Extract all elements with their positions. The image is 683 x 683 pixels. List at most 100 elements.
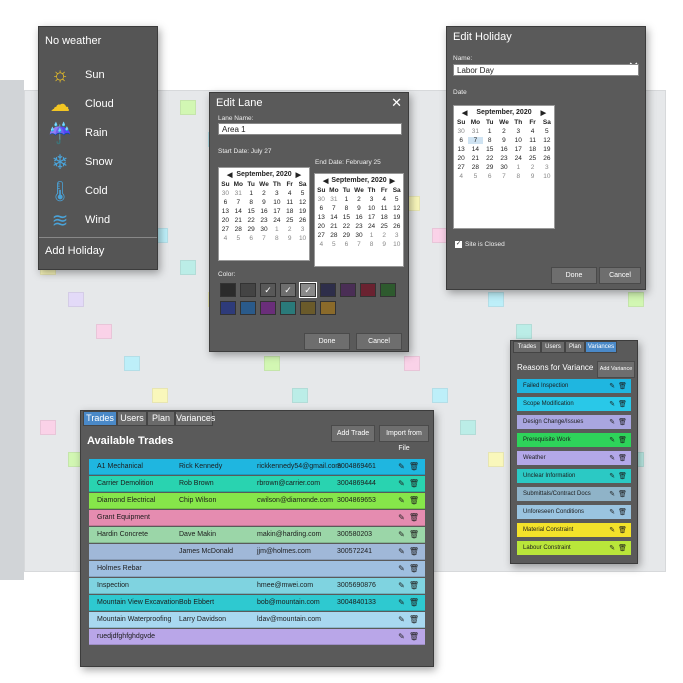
calendar-day[interactable]: 2 (283, 226, 296, 233)
calendar-day[interactable]: 26 (540, 155, 554, 162)
trash-icon[interactable]: 🗑 (409, 462, 419, 471)
calendar-day[interactable]: 9 (283, 235, 296, 242)
trash-icon[interactable]: 🗑 (409, 632, 419, 641)
trash-icon[interactable]: 🗑 (618, 490, 627, 498)
calendar-day[interactable]: 13 (315, 214, 328, 221)
import-from-file-button[interactable]: Import from File (379, 425, 429, 452)
calendar-day[interactable]: 10 (270, 199, 283, 206)
calendar-day[interactable]: 30 (219, 190, 232, 197)
edit-icon[interactable]: ✎ (398, 547, 405, 556)
edit-icon[interactable]: ✎ (609, 490, 615, 498)
calendar-day[interactable]: 1 (483, 128, 497, 135)
edit-icon[interactable]: ✎ (609, 544, 615, 552)
tab-plan[interactable]: Plan (147, 411, 175, 426)
calendar-day[interactable]: 11 (283, 199, 296, 206)
edit-icon[interactable]: ✎ (609, 400, 615, 408)
trash-icon[interactable]: 🗑 (409, 615, 419, 624)
calendar-day[interactable]: 7 (497, 173, 511, 180)
calendar-day[interactable]: 6 (315, 205, 328, 212)
holiday-date-calendar[interactable]: ◀ September, 2020 ▶ Su Mo Tu We Th Fr Sa 30 31 1 2 3 4 5… (453, 105, 555, 229)
calendar-day[interactable]: 24 (511, 155, 525, 162)
edit-icon[interactable]: ✎ (609, 472, 615, 480)
calendar-day[interactable]: 22 (245, 217, 258, 224)
calendar-day[interactable]: 2 (378, 232, 391, 239)
calendar-day[interactable]: 8 (245, 199, 258, 206)
calendar-day[interactable]: 23 (258, 217, 271, 224)
start-date-calendar[interactable]: ◀ September, 2020 ▶ Su Mo Tu We Th Fr Sa 30 31 1 2 3 4 5… (218, 167, 310, 261)
color-swatch[interactable] (360, 283, 376, 297)
calendar-day[interactable]: 7 (232, 199, 245, 206)
calendar-day[interactable]: 8 (511, 173, 525, 180)
calendar-day[interactable]: 23 (497, 155, 511, 162)
calendar-day[interactable]: 13 (219, 208, 232, 215)
calendar-day[interactable]: 28 (468, 164, 482, 171)
calendar-day[interactable]: 26 (296, 217, 309, 224)
calendar-day[interactable]: 5 (468, 173, 482, 180)
cancel-button[interactable]: Cancel (356, 333, 402, 350)
variance-row[interactable]: Unforeseen Conditions ✎ 🗑 (517, 505, 631, 519)
color-swatch[interactable]: ✓ (299, 282, 317, 298)
trash-icon[interactable]: 🗑 (618, 436, 627, 444)
calendar-day[interactable]: 27 (219, 226, 232, 233)
weather-item-cold[interactable]: 🌡 Cold (47, 177, 107, 205)
calendar-day[interactable]: 17 (511, 146, 525, 153)
edit-icon[interactable]: ✎ (609, 436, 615, 444)
edit-icon[interactable]: ✎ (609, 508, 615, 516)
calendar-day[interactable]: 4 (219, 235, 232, 242)
variance-row[interactable]: Failed Inspection ✎ 🗑 (517, 379, 631, 393)
next-month-icon[interactable]: ▶ (390, 177, 395, 185)
previous-month-icon[interactable]: ◀ (227, 171, 232, 179)
calendar-day[interactable]: 14 (468, 146, 482, 153)
edit-icon[interactable]: ✎ (609, 382, 615, 390)
calendar-day[interactable]: 9 (378, 241, 391, 248)
color-swatch[interactable] (220, 283, 236, 297)
trade-row[interactable]: Inspection hmee@mwei.com 3005690876 ✎ 🗑 (89, 578, 425, 594)
color-swatch[interactable] (300, 301, 316, 315)
calendar-day[interactable]: 6 (245, 235, 258, 242)
calendar-day[interactable]: 5 (296, 190, 309, 197)
calendar-day[interactable]: 21 (468, 155, 482, 162)
calendar-day[interactable]: 19 (390, 214, 403, 221)
calendar-day[interactable]: 7 (258, 235, 271, 242)
trash-icon[interactable]: 🗑 (618, 508, 627, 516)
color-swatch[interactable] (320, 301, 336, 315)
calendar-day[interactable]: 30 (258, 226, 271, 233)
trash-icon[interactable]: 🗑 (618, 454, 627, 462)
calendar-day[interactable]: 10 (365, 205, 378, 212)
calendar-day[interactable]: 8 (340, 205, 353, 212)
edit-icon[interactable]: ✎ (398, 513, 405, 522)
variance-row[interactable]: Labour Constraint ✎ 🗑 (517, 541, 631, 555)
trade-row[interactable]: Holmes Rebar ✎ 🗑 (89, 561, 425, 577)
tab-trades[interactable]: Trades (513, 341, 541, 353)
calendar-day[interactable]: 1 (270, 226, 283, 233)
calendar-day[interactable]: 30 (454, 128, 468, 135)
calendar-day[interactable]: 5 (390, 196, 403, 203)
calendar-day[interactable]: 27 (315, 232, 328, 239)
calendar-day[interactable]: 5 (540, 128, 554, 135)
trash-icon[interactable]: 🗑 (409, 479, 419, 488)
calendar-day[interactable]: 7 (353, 241, 366, 248)
variance-row[interactable]: Design Change/Issues ✎ 🗑 (517, 415, 631, 429)
color-swatch[interactable] (240, 301, 256, 315)
calendar-day[interactable]: 3 (511, 128, 525, 135)
calendar-day[interactable]: 20 (454, 155, 468, 162)
color-swatch[interactable]: ✓ (280, 283, 296, 297)
calendar-day[interactable]: 29 (483, 164, 497, 171)
tab-plan[interactable]: Plan (565, 341, 585, 353)
calendar-day[interactable]: 10 (390, 241, 403, 248)
calendar-day[interactable]: 18 (525, 146, 539, 153)
calendar-day[interactable]: 1 (340, 196, 353, 203)
next-month-icon[interactable]: ▶ (296, 171, 301, 179)
calendar-day[interactable]: 1 (245, 190, 258, 197)
calendar-day[interactable]: 12 (540, 137, 554, 144)
edit-icon[interactable]: ✎ (398, 479, 405, 488)
calendar-day[interactable]: 25 (283, 217, 296, 224)
edit-icon[interactable]: ✎ (398, 462, 405, 471)
calendar-day[interactable]: 20 (219, 217, 232, 224)
calendar-day[interactable]: 16 (258, 208, 271, 215)
trash-icon[interactable]: 🗑 (618, 472, 627, 480)
calendar-day[interactable]: 24 (270, 217, 283, 224)
calendar-day[interactable]: 1 (511, 164, 525, 171)
trade-row[interactable]: Mountain View Excavation Bob Ebbert bob@mo… (89, 595, 425, 611)
calendar-day[interactable]: 19 (296, 208, 309, 215)
